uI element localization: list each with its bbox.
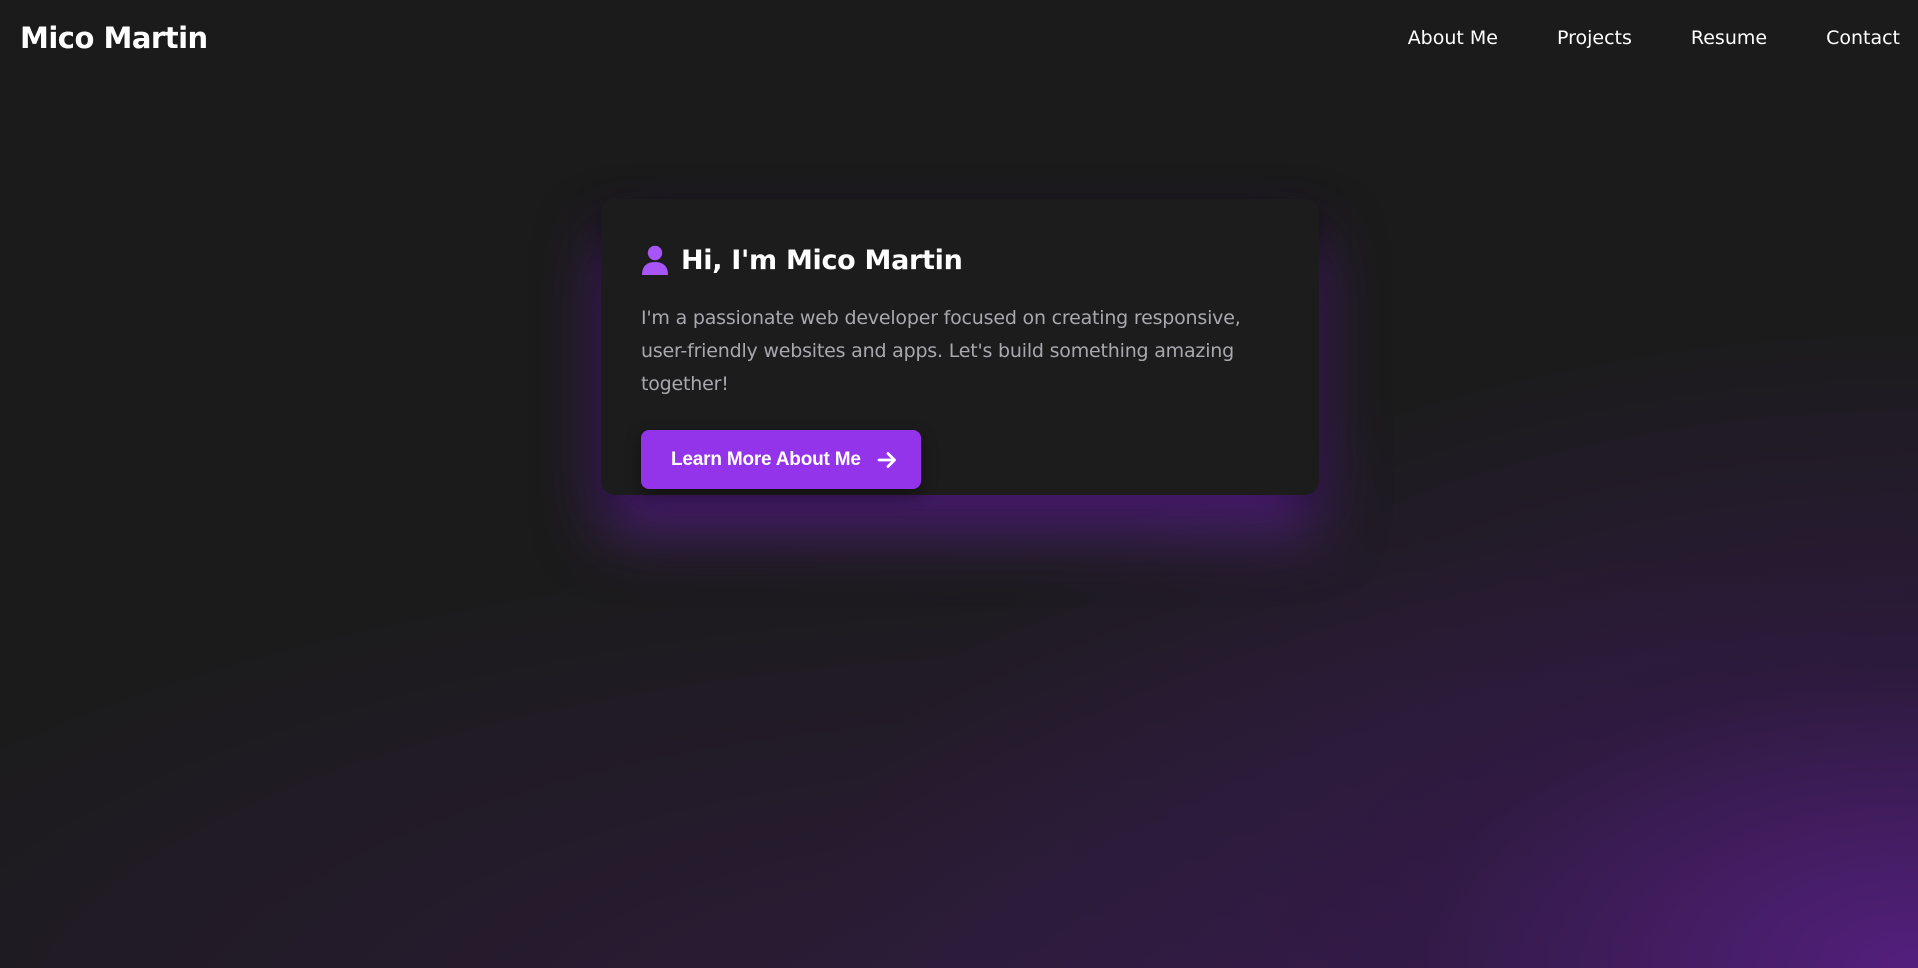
- nav-link-about-me[interactable]: About Me: [1408, 27, 1498, 49]
- arrow-right-icon: [877, 451, 896, 468]
- nav-link-resume[interactable]: Resume: [1691, 27, 1767, 49]
- main-nav: About Me Projects Resume Contact: [1408, 27, 1900, 49]
- nav-link-projects[interactable]: Projects: [1557, 27, 1632, 49]
- learn-more-button[interactable]: Learn More About Me: [641, 430, 921, 489]
- learn-more-button-label: Learn More About Me: [671, 448, 861, 470]
- hero-title-row: Hi, I'm Mico Martin: [641, 239, 1279, 281]
- hero-title: Hi, I'm Mico Martin: [681, 244, 963, 276]
- nav-link-contact[interactable]: Contact: [1826, 27, 1900, 49]
- hero-description: I'm a passionate web developer focused o…: [641, 307, 1241, 395]
- site-logo[interactable]: Mico Martin: [20, 21, 208, 55]
- site-header: Mico Martin About Me Projects Resume Con…: [0, 0, 1918, 80]
- user-icon: [642, 245, 668, 275]
- hero-card: Hi, I'm Mico Martin I'm a passionate web…: [601, 199, 1319, 495]
